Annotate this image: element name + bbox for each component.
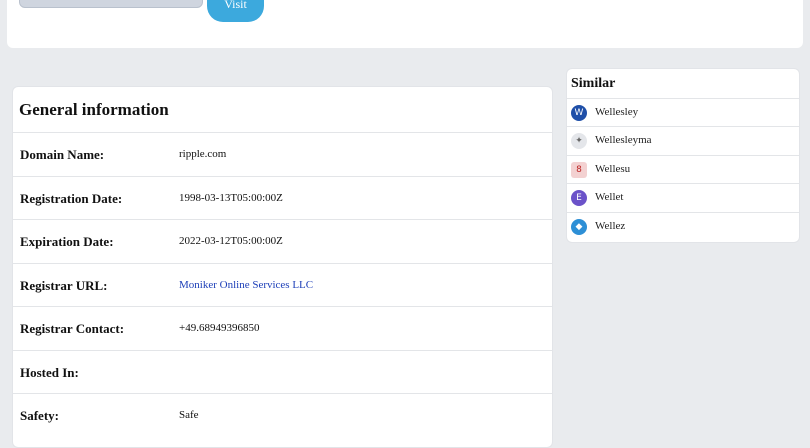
site-preview-card: Visit [7, 0, 803, 48]
info-row-hosted-in: Hosted In: [13, 350, 552, 394]
similar-item-name: Wellet [595, 191, 624, 203]
visit-button[interactable]: Visit [207, 0, 264, 22]
general-information-panel: General information Domain Name: ripple.… [12, 86, 553, 448]
row-value: +49.68949396850 [179, 322, 260, 334]
site-thumbnail[interactable] [19, 0, 203, 8]
similar-item[interactable]: 8 Wellesu [567, 155, 799, 184]
badge-logo-icon: 8 [571, 162, 587, 178]
similar-item[interactable]: W Wellesley [567, 98, 799, 127]
wallet-logo-icon: E [571, 190, 587, 206]
row-label: Expiration Date: [20, 234, 114, 249]
info-row-expiration-date: Expiration Date: 2022-03-12T05:00:00Z [13, 219, 552, 263]
similar-item-name: Wellesu [595, 163, 631, 175]
row-value: 2022-03-12T05:00:00Z [179, 235, 283, 247]
section-title: General information [19, 100, 169, 119]
row-label: Registration Date: [20, 191, 123, 206]
similar-item[interactable]: E Wellet [567, 183, 799, 212]
similar-item-name: Wellez [595, 220, 626, 232]
info-row-domain: Domain Name: ripple.com [13, 132, 552, 176]
similar-sites-panel: Similar W Wellesley ✦ Wellesleyma 8 Well… [566, 68, 800, 243]
row-value: Safe [179, 409, 199, 421]
similar-item-name: Wellesley [595, 106, 639, 118]
diamond-logo-icon: ◆ [571, 219, 587, 235]
info-row-registrar-url: Registrar URL: Moniker Online Services L… [13, 263, 552, 307]
similar-title: Similar [571, 76, 616, 91]
row-value: ripple.com [179, 148, 227, 160]
star-logo-icon: ✦ [571, 133, 587, 149]
info-row-registration-date: Registration Date: 1998-03-13T05:00:00Z [13, 176, 552, 220]
row-label: Registrar URL: [20, 278, 108, 293]
row-label: Safety: [20, 408, 59, 423]
w-logo-icon: W [571, 105, 587, 121]
row-label: Hosted In: [20, 365, 79, 380]
similar-item[interactable]: ✦ Wellesleyma [567, 126, 799, 155]
similar-item-name: Wellesleyma [595, 134, 652, 146]
registrar-link[interactable]: Moniker Online Services LLC [179, 279, 313, 291]
row-label: Registrar Contact: [20, 321, 125, 336]
row-value: 1998-03-13T05:00:00Z [179, 192, 283, 204]
info-row-safety: Safety: Safe [13, 393, 552, 437]
info-row-registrar-contact: Registrar Contact: +49.68949396850 [13, 306, 552, 350]
row-label: Domain Name: [20, 147, 105, 162]
similar-item[interactable]: ◆ Wellez [567, 212, 799, 241]
